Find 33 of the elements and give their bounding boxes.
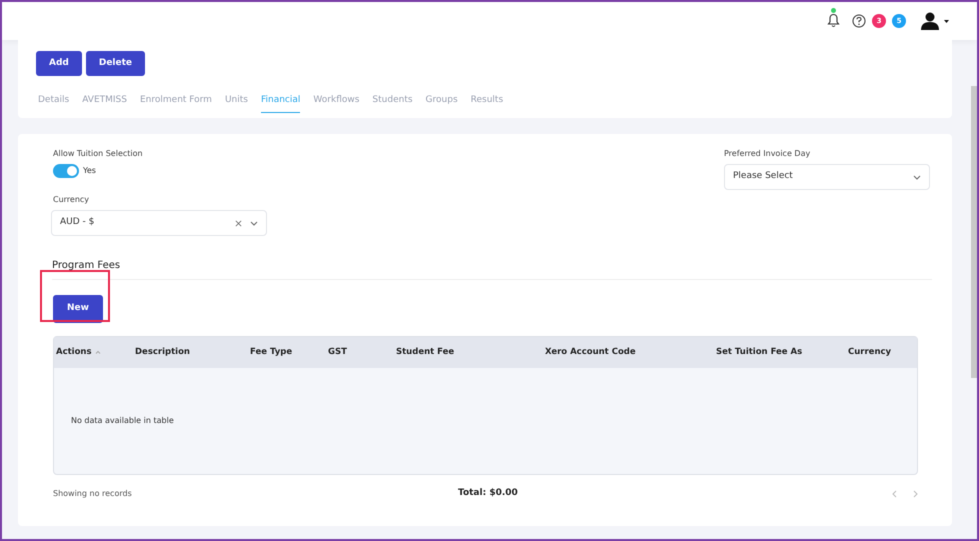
help-icon[interactable]	[852, 14, 866, 28]
toggle-label: Yes	[83, 165, 96, 177]
column-header[interactable]: Xero Account Code	[543, 337, 714, 368]
empty-message: No data available in table	[71, 416, 174, 425]
user-icon	[920, 12, 940, 30]
scrollbar[interactable]	[971, 86, 977, 378]
invoice-day-select[interactable]: Please Select	[724, 164, 930, 190]
field-label: Allow Tuition Selection	[53, 148, 143, 160]
action-button[interactable]: Delete	[86, 51, 146, 76]
section-title: Program Fees	[52, 260, 120, 271]
new-button[interactable]: New	[53, 295, 103, 323]
column-header[interactable]: Currency	[846, 337, 917, 368]
column-header[interactable]: Fee Type	[248, 337, 326, 368]
total-label: Total: $0.00	[458, 487, 518, 500]
bell-icon[interactable]	[827, 13, 840, 28]
column-header[interactable]: Set Tuition Fee As	[714, 337, 846, 368]
sort-up-icon	[94, 350, 101, 354]
chevron-down-icon	[250, 220, 258, 226]
caret-icon	[944, 20, 949, 22]
user-menu[interactable]	[920, 12, 949, 30]
column-header[interactable]: Actions	[54, 337, 133, 368]
column-header[interactable]: GST	[326, 337, 394, 368]
highlight-box	[40, 270, 110, 322]
action-button[interactable]: Add	[36, 51, 82, 76]
column-header[interactable]: Description	[133, 337, 248, 368]
records-info: Showing no records	[53, 488, 133, 500]
currency-select[interactable]: AUD - $	[51, 210, 267, 236]
clear-icon[interactable]	[235, 220, 242, 226]
field-label: Preferred Invoice Day	[724, 148, 810, 160]
field-label: Currency	[53, 194, 90, 206]
column-header[interactable]: Student Fee	[394, 337, 543, 368]
chevron-down-icon	[913, 174, 921, 180]
toggle-switch[interactable]	[53, 164, 79, 178]
